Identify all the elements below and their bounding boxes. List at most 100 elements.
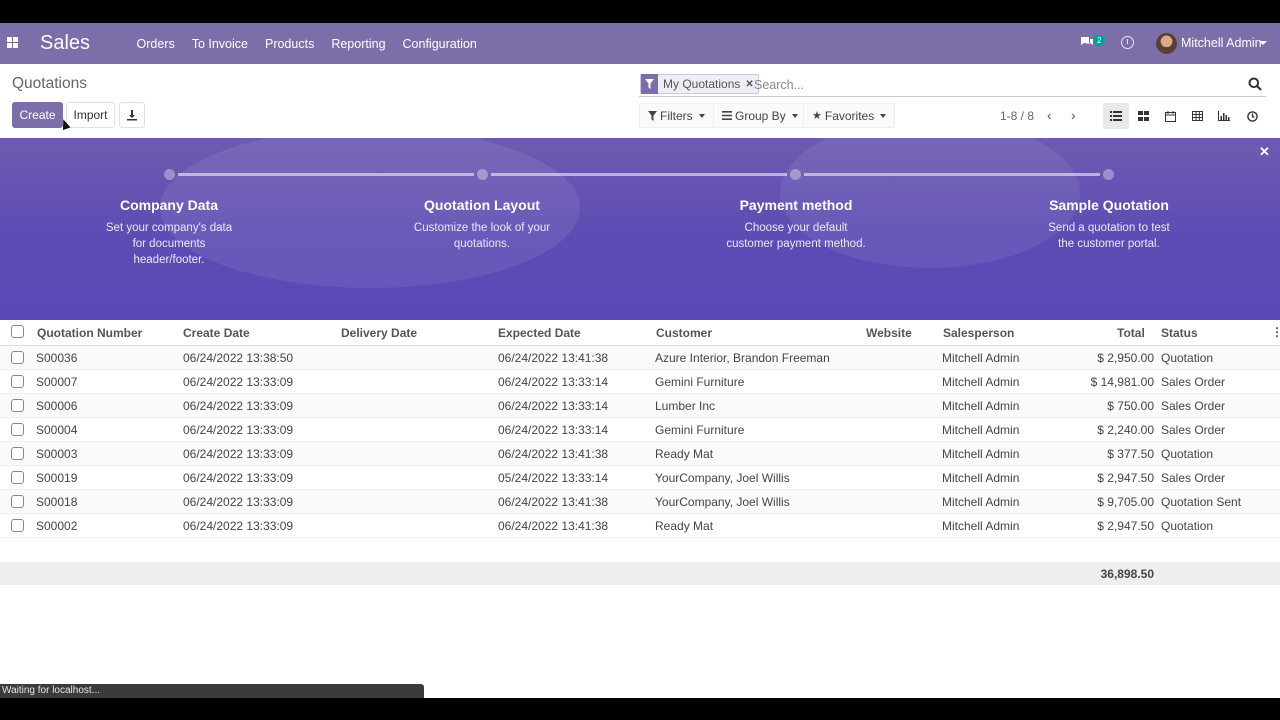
graph-view-button[interactable]: [1211, 103, 1237, 129]
menu-reporting[interactable]: Reporting: [323, 37, 394, 51]
cell-quotation-number: S00006: [36, 399, 78, 413]
table-row[interactable]: S00018 06/24/2022 13:33:09 06/24/2022 13:4…: [0, 490, 1280, 514]
step-title: Payment method: [739, 197, 853, 213]
row-checkbox[interactable]: [11, 399, 24, 412]
cell-create-date: 06/24/2022 13:33:09: [183, 495, 294, 509]
cell-salesperson: Mitchell Admin: [942, 423, 1020, 437]
cell-salesperson: Mitchell Admin: [942, 351, 1020, 365]
graph-icon: [1218, 111, 1230, 121]
cell-quotation-number: S00019: [36, 471, 78, 485]
cell-salesperson: Mitchell Admin: [942, 399, 1020, 413]
filter-icon: [648, 110, 657, 121]
cell-create-date: 06/24/2022 13:33:09: [183, 375, 294, 389]
step-payment-method[interactable]: Payment method Choose your default custo…: [676, 197, 916, 252]
column-header-status[interactable]: Status: [1161, 326, 1198, 340]
chevron-left-icon[interactable]: ‹: [1047, 107, 1052, 123]
column-header-salesperson[interactable]: Salesperson: [943, 326, 1014, 340]
close-icon[interactable]: ✕: [1259, 144, 1270, 160]
cell-status: Sales Order: [1161, 375, 1226, 389]
main-menu: Orders To Invoice Products Reporting Con…: [128, 23, 485, 64]
column-header-delivery-date[interactable]: Delivery Date: [341, 326, 417, 340]
table-row[interactable]: S00003 06/24/2022 13:33:09 06/24/2022 13:4…: [0, 442, 1280, 466]
activity-view-button[interactable]: [1239, 103, 1265, 129]
column-header-website[interactable]: Website: [866, 326, 912, 340]
select-all-checkbox[interactable]: [11, 325, 24, 338]
cell-customer: YourCompany, Joel Willis: [655, 495, 790, 509]
table-row[interactable]: S00002 06/24/2022 13:33:09 06/24/2022 13:4…: [0, 514, 1280, 538]
cell-expected-date: 06/24/2022 13:41:38: [498, 351, 609, 365]
column-header-quotation-number[interactable]: Quotation Number: [37, 326, 142, 340]
cell-quotation-number: S00002: [36, 519, 78, 533]
menu-products[interactable]: Products: [256, 37, 322, 51]
table-row[interactable]: S00007 06/24/2022 13:33:09 06/24/2022 13:3…: [0, 370, 1280, 394]
step-dot: [164, 169, 175, 180]
optional-columns-icon[interactable]: ⋮: [1271, 325, 1280, 339]
column-header-total[interactable]: Total: [1117, 326, 1145, 340]
step-quotation-layout[interactable]: Quotation Layout Customize the look of y…: [362, 197, 602, 252]
column-header-customer[interactable]: Customer: [656, 326, 712, 340]
chevron-down-icon[interactable]: [1259, 41, 1267, 45]
cell-customer: Lumber Inc: [655, 399, 716, 413]
create-button[interactable]: Create: [12, 102, 63, 128]
cell-salesperson: Mitchell Admin: [942, 471, 1020, 485]
list-view-button[interactable]: [1103, 103, 1129, 129]
filters-label: Filters: [660, 108, 693, 123]
cell-create-date: 06/24/2022 13:38:50: [183, 351, 294, 365]
cell-total: $ 2,947.50: [1097, 519, 1154, 533]
search-icon[interactable]: [1248, 77, 1262, 91]
row-checkbox[interactable]: [11, 495, 24, 508]
groupby-button[interactable]: Group By: [713, 103, 807, 128]
chat-icon[interactable]: [1080, 36, 1094, 48]
table-footer: 36,898.50: [0, 562, 1280, 585]
step-company-data[interactable]: Company Data Set your company's data for…: [49, 197, 289, 268]
kanban-view-button[interactable]: [1130, 103, 1156, 129]
cell-status: Sales Order: [1161, 471, 1226, 485]
calendar-view-button[interactable]: [1157, 103, 1183, 129]
menu-configuration[interactable]: Configuration: [394, 37, 485, 51]
row-checkbox[interactable]: [11, 423, 24, 436]
favorites-button[interactable]: ★ Favorites: [803, 103, 896, 128]
table-row[interactable]: S00004 06/24/2022 13:33:09 06/24/2022 13:3…: [0, 418, 1280, 442]
cell-total: $ 750.00: [1107, 399, 1154, 413]
download-button[interactable]: [119, 102, 145, 128]
row-checkbox[interactable]: [11, 447, 24, 460]
pager-value[interactable]: 1-8 / 8: [1000, 109, 1034, 123]
row-checkbox[interactable]: [11, 471, 24, 484]
table-row[interactable]: S00036 06/24/2022 13:38:50 06/24/2022 13:4…: [0, 346, 1280, 370]
cell-salesperson: Mitchell Admin: [942, 519, 1020, 533]
cell-expected-date: 06/24/2022 13:41:38: [498, 447, 609, 461]
column-header-expected-date[interactable]: Expected Date: [498, 326, 581, 340]
table-row[interactable]: S00006 06/24/2022 13:33:09 06/24/2022 13:3…: [0, 394, 1280, 418]
app-title[interactable]: Sales: [40, 32, 90, 55]
row-checkbox[interactable]: [11, 519, 24, 532]
filters-button[interactable]: Filters: [639, 103, 714, 128]
pivot-view-button[interactable]: [1184, 103, 1210, 129]
cell-salesperson: Mitchell Admin: [942, 495, 1020, 509]
import-button[interactable]: Import: [66, 102, 115, 128]
chevron-right-icon[interactable]: ›: [1071, 107, 1076, 123]
step-dot: [790, 169, 801, 180]
search-facet[interactable]: My Quotations ✕: [640, 74, 759, 94]
menu-orders[interactable]: Orders: [128, 37, 183, 51]
step-title: Company Data: [119, 197, 219, 213]
cell-quotation-number: S00007: [36, 375, 78, 389]
cell-total: $ 2,950.00: [1097, 351, 1154, 365]
avatar[interactable]: [1156, 33, 1177, 54]
cell-create-date: 06/24/2022 13:33:09: [183, 519, 294, 533]
step-sample-quotation[interactable]: Sample Quotation Send a quotation to tes…: [989, 197, 1229, 252]
step-description: Set your company's data for documents he…: [105, 222, 233, 266]
row-checkbox[interactable]: [11, 351, 24, 364]
table-row[interactable]: S00019 06/24/2022 13:33:09 05/24/2022 13:3…: [0, 466, 1280, 490]
caret-down-icon: [880, 113, 887, 118]
user-name[interactable]: Mitchell Admin: [1181, 36, 1262, 50]
column-header-create-date[interactable]: Create Date: [183, 326, 250, 340]
menu-to-invoice[interactable]: To Invoice: [183, 37, 256, 51]
row-checkbox[interactable]: [11, 375, 24, 388]
star-icon: ★: [812, 110, 822, 122]
activity-clock-icon[interactable]: [1121, 36, 1134, 49]
cell-customer: Gemini Furniture: [655, 423, 745, 437]
search-input[interactable]: [754, 76, 1234, 94]
caret-down-icon: [698, 113, 705, 118]
apps-menu-icon[interactable]: [7, 37, 18, 48]
download-icon: [127, 110, 137, 121]
